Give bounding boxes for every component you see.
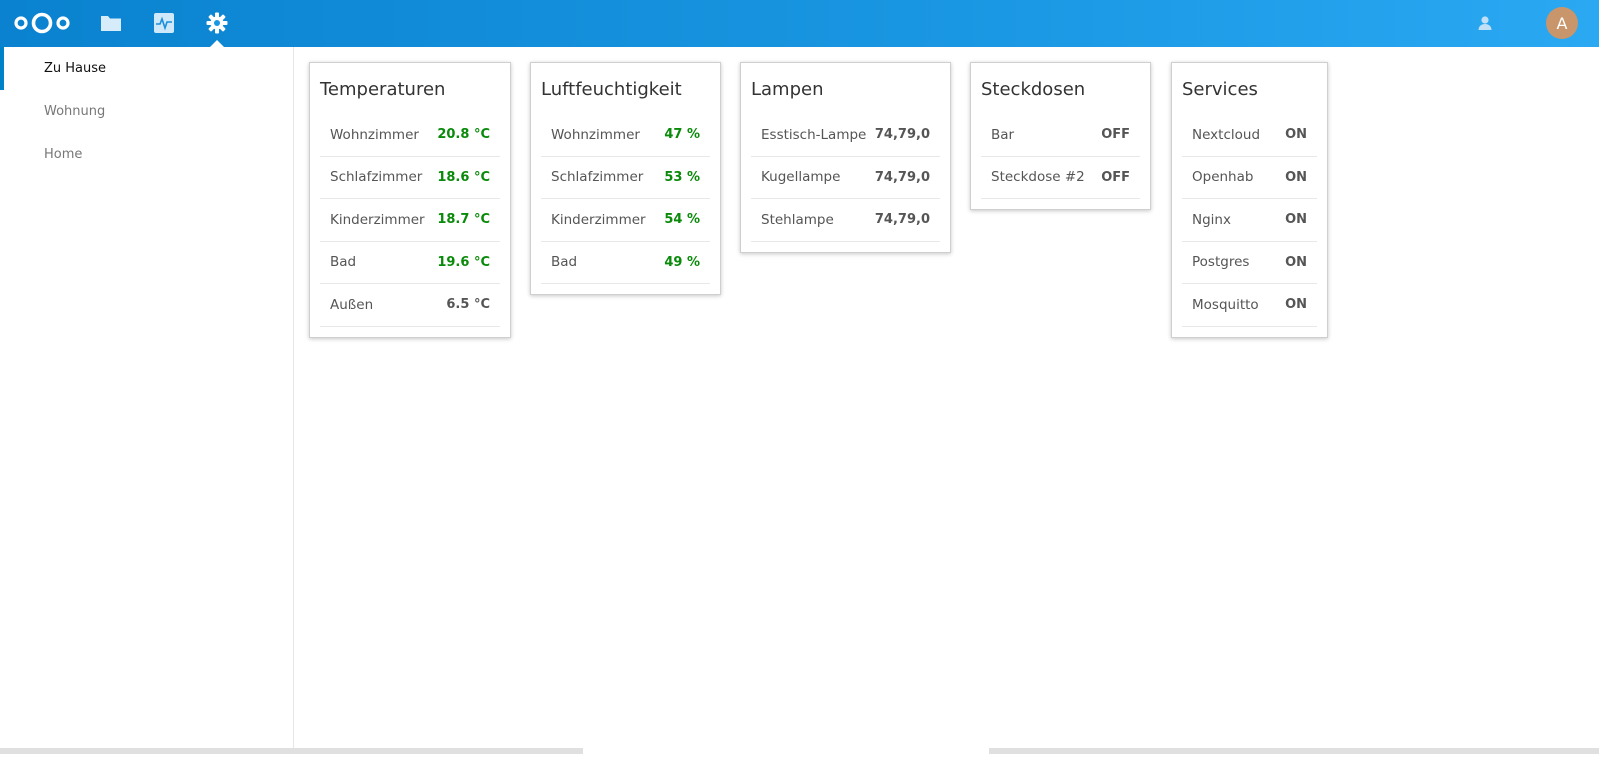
activity-icon[interactable] — [151, 10, 177, 36]
item-value: OFF — [1101, 127, 1130, 143]
list-item: Bad 19.6 °C — [320, 242, 500, 284]
item-value: 6.5 °C — [446, 297, 490, 313]
horizontal-scrollbar[interactable] — [0, 748, 1599, 754]
item-value: 53 % — [664, 169, 700, 185]
item-label: Esstisch-Lampe — [761, 126, 867, 143]
item-label: Postgres — [1192, 254, 1250, 271]
card-lampen: Lampen Esstisch-Lampe 74,79,0 Kugellampe 7… — [740, 62, 951, 253]
card-title: Services — [1182, 79, 1258, 100]
scrollbar-thumb[interactable] — [583, 748, 989, 754]
item-value: 19.6 °C — [437, 254, 490, 270]
list-item: Postgres ON — [1182, 242, 1317, 284]
nav-item-zu-hause[interactable]: Zu Hause — [0, 47, 293, 90]
item-label: Nextcloud — [1192, 126, 1261, 143]
nav-item-home[interactable]: Home — [0, 133, 293, 176]
nav-item-wohnung[interactable]: Wohnung — [0, 90, 293, 133]
card-title: Steckdosen — [981, 79, 1086, 100]
card-services: Services Nextcloud ON Openhab ON Nginx ON P… — [1171, 62, 1328, 338]
list-item: Schlafzimmer 18.6 °C — [320, 157, 500, 199]
item-value: 18.7 °C — [437, 212, 490, 228]
item-value: ON — [1285, 297, 1307, 313]
list-item[interactable]: Kugellampe 74,79,0 — [751, 157, 940, 199]
item-value: 74,79,0 — [874, 127, 930, 143]
item-label: Bad — [330, 254, 357, 271]
card-title: Luftfeuchtigkeit — [541, 79, 682, 100]
top-header: A — [0, 0, 1599, 47]
item-value: 49 % — [664, 254, 700, 270]
files-icon[interactable] — [98, 10, 124, 36]
item-value: 74,79,0 — [874, 169, 930, 185]
list-item: Nextcloud ON — [1182, 114, 1317, 157]
item-label: Mosquitto — [1192, 296, 1259, 313]
item-label: Wohnzimmer — [330, 126, 419, 143]
item-value: 47 % — [664, 127, 700, 143]
item-label: Kugellampe — [761, 169, 841, 186]
item-value: 74,79,0 — [874, 212, 930, 228]
list-item: Kinderzimmer 54 % — [541, 199, 710, 242]
list-item: Nginx ON — [1182, 199, 1317, 242]
list-item: Außen 6.5 °C — [320, 284, 500, 327]
list-item[interactable]: Esstisch-Lampe 74,79,0 — [751, 114, 940, 157]
item-label: Wohnzimmer — [551, 126, 640, 143]
item-label: Openhab — [1192, 169, 1254, 186]
item-label: Steckdose #2 — [991, 169, 1085, 186]
list-item: Kinderzimmer 18.7 °C — [320, 199, 500, 242]
card-luftfeuchtigkeit: Luftfeuchtigkeit Wohnzimmer 47 % Schlafzi… — [530, 62, 721, 295]
item-value: 54 % — [664, 212, 700, 228]
item-label: Bar — [991, 126, 1015, 143]
list-item[interactable]: Steckdose #2 OFF — [981, 157, 1140, 199]
list-item: Bad 49 % — [541, 242, 710, 284]
card-title: Lampen — [751, 79, 824, 100]
item-value: OFF — [1101, 169, 1130, 185]
item-value: ON — [1285, 254, 1307, 270]
card-steckdosen: Steckdosen Bar OFF Steckdose #2 OFF — [970, 62, 1151, 210]
list-item: Wohnzimmer 47 % — [541, 114, 710, 157]
list-item: Openhab ON — [1182, 157, 1317, 199]
list-item: Schlafzimmer 53 % — [541, 157, 710, 199]
item-label: Bad — [551, 254, 578, 271]
user-avatar[interactable]: A — [1546, 7, 1578, 39]
nav-item-label: Home — [44, 147, 83, 162]
nextcloud-logo-icon[interactable] — [12, 9, 74, 37]
list-item[interactable]: Bar OFF — [981, 114, 1140, 157]
contacts-icon[interactable] — [1474, 12, 1496, 34]
card-temperaturen: Temperaturen Wohnzimmer 20.8 °C Schlafzim… — [309, 62, 511, 338]
item-label: Kinderzimmer — [551, 211, 646, 228]
item-label: Schlafzimmer — [551, 169, 644, 186]
nav-item-label: Zu Hause — [44, 61, 107, 76]
item-label: Stehlampe — [761, 211, 834, 228]
list-item: Wohnzimmer 20.8 °C — [320, 114, 500, 157]
nav-item-label: Wohnung — [44, 104, 106, 119]
item-label: Außen — [330, 296, 374, 313]
settings-icon[interactable] — [204, 10, 230, 47]
item-label: Schlafzimmer — [330, 169, 423, 186]
card-title: Temperaturen — [320, 79, 446, 100]
item-value: ON — [1285, 169, 1307, 185]
item-label: Kinderzimmer — [330, 211, 425, 228]
item-value: 18.6 °C — [437, 169, 490, 185]
list-item: Mosquitto ON — [1182, 284, 1317, 327]
item-value: ON — [1285, 127, 1307, 143]
list-item[interactable]: Stehlampe 74,79,0 — [751, 199, 940, 242]
item-label: Nginx — [1192, 211, 1231, 228]
app-navigation: Zu Hause Wohnung Home — [0, 47, 294, 748]
item-value: 20.8 °C — [437, 127, 490, 143]
item-value: ON — [1285, 212, 1307, 228]
